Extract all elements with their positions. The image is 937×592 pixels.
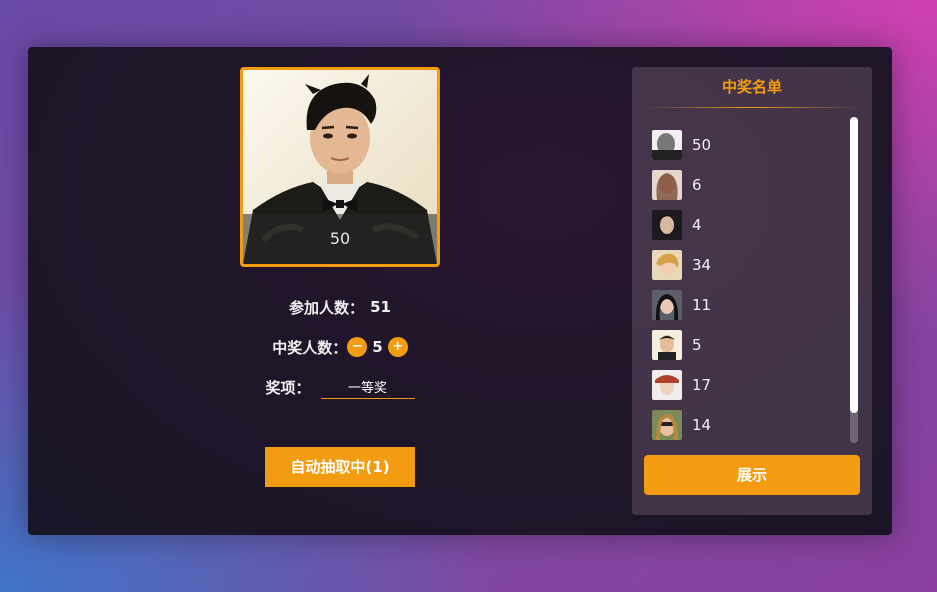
current-number-label: 50 xyxy=(243,214,437,264)
auto-draw-button[interactable]: 自动抽取中(1) xyxy=(265,447,415,487)
scrollbar-thumb[interactable] xyxy=(850,117,858,413)
list-item: 34 xyxy=(652,245,842,285)
list-item: 5 xyxy=(652,325,842,365)
prize-label: 奖项： xyxy=(265,378,311,397)
winner-name: 14 xyxy=(692,416,712,434)
current-photo-frame: 50 xyxy=(240,67,440,267)
avatar xyxy=(652,290,682,320)
avatar xyxy=(652,410,682,440)
prize-input[interactable] xyxy=(320,375,415,399)
list-item: 50 xyxy=(652,125,842,165)
winner-name: 17 xyxy=(692,376,712,394)
list-item: 14 xyxy=(652,405,842,445)
winner-name: 34 xyxy=(692,256,712,274)
lottery-stage: 50 参加人数： 51 中奖人数： − 5 + 奖项： 自动抽取中(1) 中奖名… xyxy=(28,47,892,535)
list-item: 11 xyxy=(652,285,842,325)
avatar xyxy=(652,250,682,280)
winners-count-row: 中奖人数： − 5 + xyxy=(228,335,452,359)
winner-list-scrollbar[interactable] xyxy=(850,117,858,443)
participants-row: 参加人数： 51 xyxy=(228,295,452,319)
winner-list: 50 6 4 34 11 5 17 14 xyxy=(652,125,842,445)
winner-name: 6 xyxy=(692,176,702,194)
winner-name: 11 xyxy=(692,296,712,314)
list-item: 17 xyxy=(652,365,842,405)
avatar xyxy=(652,210,682,240)
draw-stats: 参加人数： 51 中奖人数： − 5 + 奖项： xyxy=(228,295,452,399)
winner-name: 50 xyxy=(692,136,712,154)
winners-count-value: 5 xyxy=(372,338,383,356)
increment-icon[interactable]: + xyxy=(387,337,408,357)
winner-name: 4 xyxy=(692,216,702,234)
winner-list-title: 中奖名单 xyxy=(721,78,782,96)
list-item: 6 xyxy=(652,165,842,205)
show-button[interactable]: 展示 xyxy=(644,455,860,495)
winner-list-panel: 中奖名单 50 6 4 34 11 5 17 14 展示 xyxy=(632,67,872,515)
winners-count-label: 中奖人数： xyxy=(272,338,348,357)
avatar xyxy=(652,330,682,360)
participants-label: 参加人数： xyxy=(289,298,365,317)
title-divider xyxy=(644,107,860,108)
avatar xyxy=(652,130,682,160)
avatar xyxy=(652,170,682,200)
list-item: 4 xyxy=(652,205,842,245)
participants-value: 51 xyxy=(370,298,391,316)
winner-name: 5 xyxy=(692,336,702,354)
avatar xyxy=(652,370,682,400)
decrement-icon[interactable]: − xyxy=(347,337,368,357)
prize-row: 奖项： xyxy=(228,375,452,399)
